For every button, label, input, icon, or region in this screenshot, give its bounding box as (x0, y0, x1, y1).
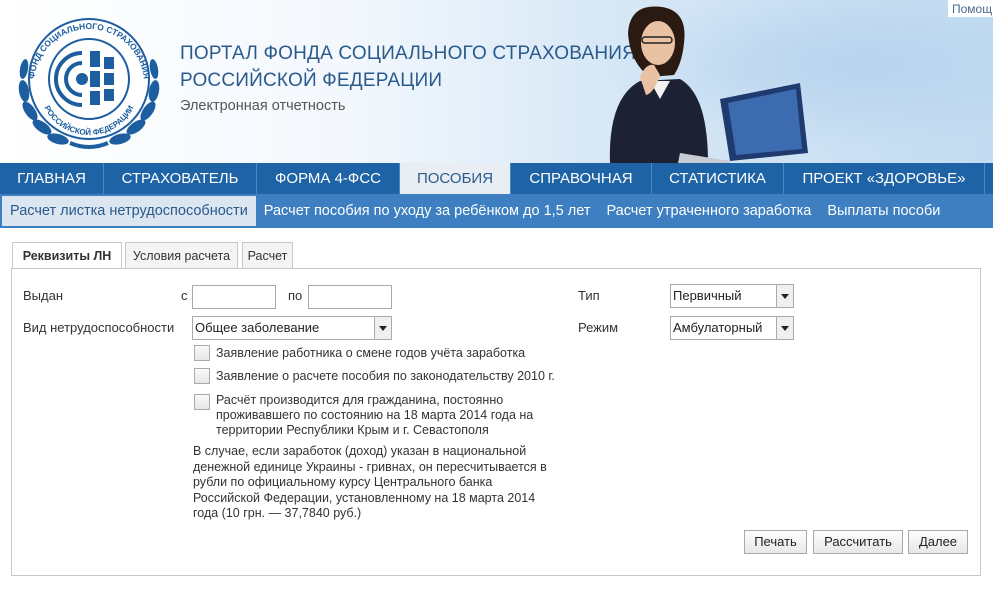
note-line1: В случае, если заработок (доход) указан … (193, 444, 527, 458)
chevron-down-icon[interactable] (776, 285, 793, 307)
portal-title-line2: РОССИЙСКОЙ ФЕДЕРАЦИИ (180, 70, 443, 91)
tab-sick-leave-details[interactable]: Реквизиты ЛН (12, 242, 122, 269)
note-line4: Российской Федерации, установленному на … (193, 490, 536, 505)
issued-to-input[interactable] (308, 285, 392, 309)
nav-item-insurer[interactable]: СТРАХОВАТЕЛЬ (104, 163, 257, 194)
mode-select-value: Амбулаторный (673, 320, 763, 335)
year-change-checkbox[interactable] (194, 345, 210, 361)
issued-label: Выдан (23, 288, 64, 303)
law-2010-checkbox-label: Заявление о расчете пособия по законодат… (216, 369, 555, 383)
chevron-down-icon[interactable] (374, 317, 391, 339)
crimea-label-line2: проживавшего по состоянию на 18 марта 20… (216, 408, 534, 422)
next-button[interactable]: Далее (908, 530, 968, 554)
to-label: по (288, 288, 303, 303)
crimea-checkbox-label: Расчёт производится для гражданина, пост… (216, 393, 533, 438)
note-line5: года (10 грн. — 37,7840 руб.) (193, 506, 362, 520)
main-nav: ГЛАВНАЯ СТРАХОВАТЕЛЬ ФОРМА 4-ФСС ПОСОБИЯ… (0, 163, 993, 194)
subnav-item-childcare-calc[interactable]: Расчет пособия по уходу за ребёнком до 1… (256, 194, 599, 228)
tab-calculation[interactable]: Расчет (242, 242, 293, 268)
note-line2: денежной единице Украины - гривнах, он п… (193, 459, 547, 474)
type-select-value: Первичный (673, 288, 742, 303)
hryvnia-note: В случае, если заработок (доход) указан … (193, 444, 583, 522)
crimea-checkbox[interactable] (194, 394, 210, 410)
sub-nav: Расчет листка нетрудоспособности Расчет … (0, 194, 993, 228)
type-label: Тип (578, 288, 600, 303)
nav-item-reference[interactable]: СПРАВОЧНАЯ (511, 163, 652, 194)
disability-type-select-value: Общее заболевание (195, 320, 320, 335)
portal-title-line1: ПОРТАЛ ФОНДА СОЦИАЛЬНОГО СТРАХОВАНИЯ (180, 43, 637, 64)
crimea-label-line1: Расчёт производится для гражданина, пост… (216, 393, 504, 407)
subnav-item-benefit-payments[interactable]: Выплаты пособи (819, 194, 948, 228)
nav-item-statistics[interactable]: СТАТИСТИКА (652, 163, 784, 194)
nav-item-benefits[interactable]: ПОСОБИЯ (400, 163, 511, 194)
fss-logo[interactable]: ФОНД СОЦИАЛЬНОГО СТРАХОВАНИЯ РОССИЙСКОЙ … (10, 13, 168, 155)
portal-subtitle: Электронная отчетность (180, 98, 346, 114)
chevron-down-icon[interactable] (776, 317, 793, 339)
nav-item-main[interactable]: ГЛАВНАЯ (0, 163, 104, 194)
nav-item-form-4-fss[interactable]: ФОРМА 4-ФСС (257, 163, 400, 194)
disability-type-label: Вид нетрудоспособности (23, 320, 175, 335)
header-banner: ФОНД СОЦИАЛЬНОГО СТРАХОВАНИЯ РОССИЙСКОЙ … (0, 0, 993, 163)
note-line3: рубли по официальному курсу Центрального… (193, 475, 493, 489)
subnav-item-sick-leave-calc[interactable]: Расчет листка нетрудоспособности (2, 196, 256, 226)
subnav-item-lost-earnings-calc[interactable]: Расчет утраченного заработка (598, 194, 819, 228)
mode-select[interactable]: Амбулаторный (670, 316, 794, 340)
portal-title: ПОРТАЛ ФОНДА СОЦИАЛЬНОГО СТРАХОВАНИЯ РОС… (180, 40, 636, 94)
calculate-button[interactable]: Рассчитать (813, 530, 903, 554)
print-button[interactable]: Печать (744, 530, 807, 554)
mode-label: Режим (578, 320, 619, 335)
help-link[interactable]: Помощ (948, 0, 993, 17)
type-select[interactable]: Первичный (670, 284, 794, 308)
crimea-label-line3: территории Республики Крым и г. Севастоп… (216, 423, 489, 437)
disability-type-select[interactable]: Общее заболевание (192, 316, 392, 340)
woman-at-laptop-image (609, 6, 808, 163)
issued-from-input[interactable] (192, 285, 276, 309)
from-label: с (181, 288, 188, 303)
year-change-checkbox-label: Заявление работника о смене годов учёта … (216, 346, 526, 360)
law-2010-checkbox[interactable] (194, 368, 210, 384)
nav-item-health-project[interactable]: ПРОЕКТ «ЗДОРОВЬЕ» (784, 163, 985, 194)
tab-calculation-conditions[interactable]: Условия расчета (125, 242, 238, 268)
